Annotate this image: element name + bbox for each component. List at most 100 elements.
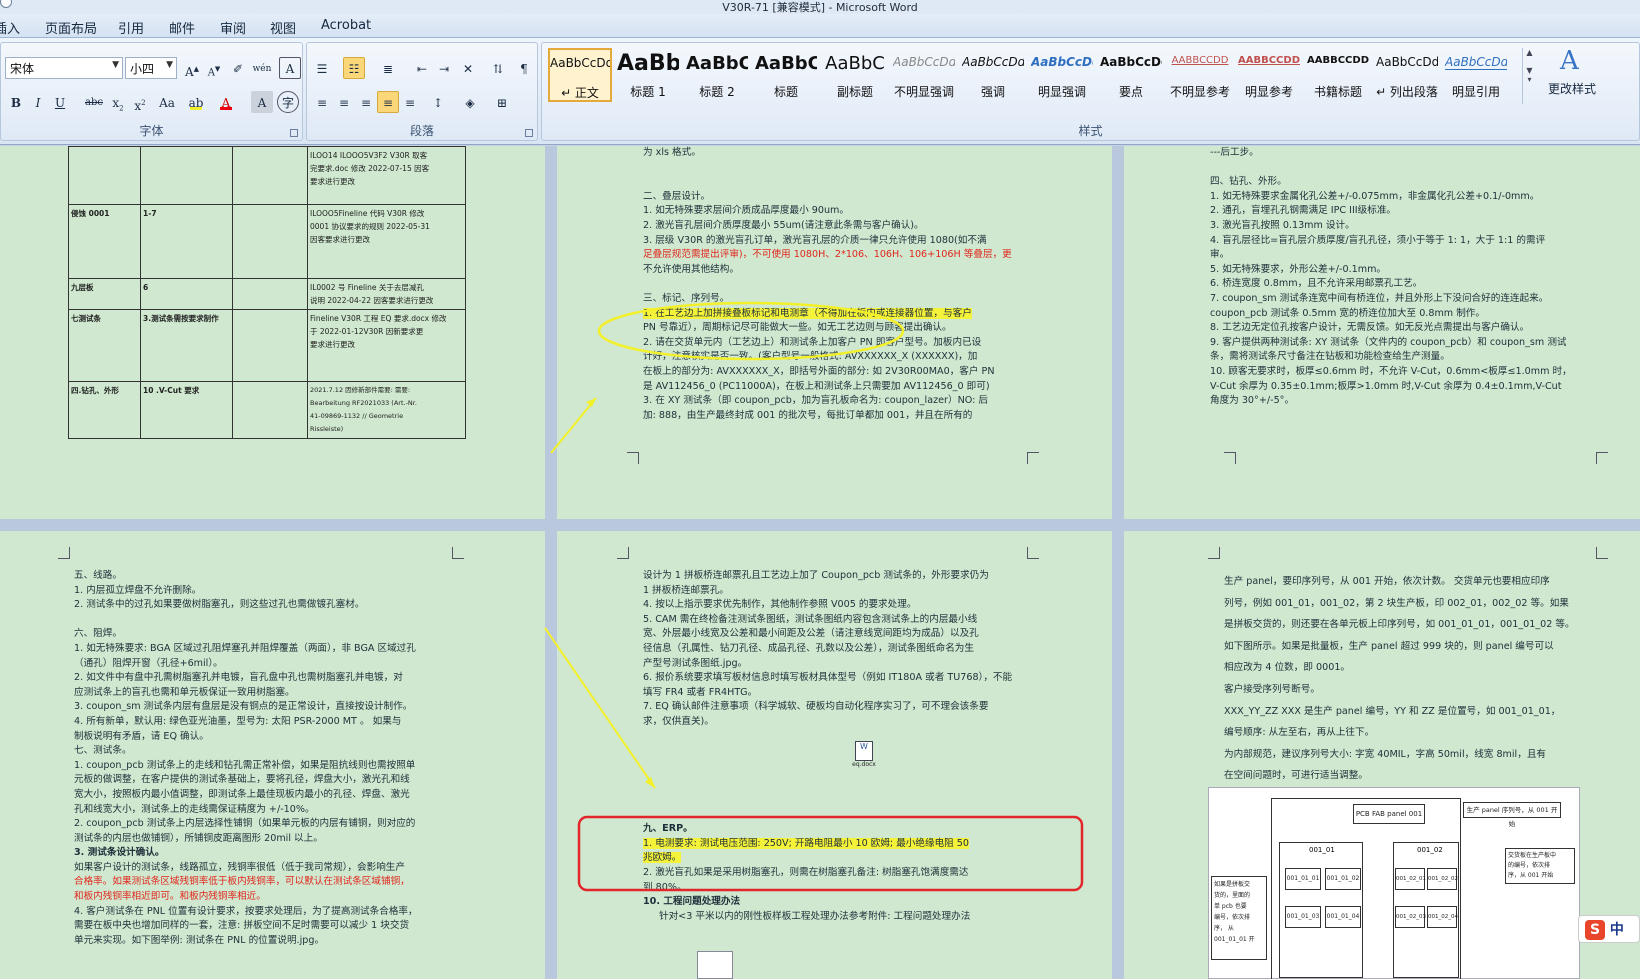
style-name: 明显强调 [1037, 85, 1086, 99]
page-5-text-bottom: 九、ERP。 1. 电测要求: 测试电压范围: 250V; 开路电阻最小 10 … [643, 793, 970, 924]
style-heading-1[interactable]: AaBb 标题 1 [616, 48, 680, 102]
bullets-icon[interactable]: ☰ [311, 57, 333, 79]
clear-format-icon[interactable]: ✐ [227, 57, 249, 79]
style-list-paragraph[interactable]: AaBbCcDd ↵ 列出段落 [1375, 48, 1439, 102]
borders-icon[interactable]: ⊞ [491, 91, 513, 113]
ribbon-tabs: 插入 页面布局 引用 邮件 审阅 视图 Acrobat [0, 14, 1640, 38]
board-cell: 001_01_03 [1285, 906, 1321, 928]
highlighted-text: 兆欧姆。 [643, 852, 682, 864]
char-shading-icon[interactable]: A [251, 91, 273, 113]
embedded-doc[interactable]: W eq.docx [849, 741, 879, 768]
subscript-icon[interactable]: x2 [107, 91, 129, 113]
board-cell: 001_02_03 [1395, 906, 1426, 928]
text-line: 7. EQ 确认邮件注意事项（科学城软、硬板均自动化程序实习了，可不理会该条要 [643, 701, 989, 713]
tab-acrobat[interactable]: Acrobat [321, 18, 371, 33]
style-subtle-emphasis[interactable]: AaBbCcDd 不明显强调 [892, 48, 956, 102]
font-size-combo[interactable]: 小四 ▼ [125, 57, 177, 79]
style-strong[interactable]: AaBbCcDd 要点 [1099, 48, 1163, 102]
style-sample: AaBbCcDd [893, 55, 955, 69]
page-6: 生产 panel，要印序列号，从 001 开始，依次计数。 交货单元也要相应印序… [1124, 531, 1640, 979]
style-normal[interactable]: AaBbCcDd ↵ 正文 [548, 48, 612, 102]
text-line: ---后工步。 [1210, 147, 1259, 158]
tab-references[interactable]: 引用 [118, 18, 144, 37]
highlight-icon[interactable]: ab [185, 91, 207, 113]
table-cell: 6 [140, 278, 233, 310]
tab-mailings[interactable]: 邮件 [169, 18, 195, 37]
distribute-icon[interactable]: ≡ [399, 91, 421, 113]
highlighted-text: 1. 电测要求: 测试电压范围: 250V; 开路电阻最小 10 欧姆; 最小绝… [643, 837, 970, 849]
text-line: 应测试条上的盲孔也需和单元板保证一致用树脂塞。 [74, 686, 295, 698]
phonetic-guide-icon[interactable]: wén [251, 57, 273, 79]
tab-page-layout[interactable]: 页面布局 [45, 18, 97, 37]
style-book-title[interactable]: AABBCCDD 书籍标题 [1306, 48, 1370, 102]
board-cell: 001_01_04 [1325, 906, 1361, 928]
style-emphasis[interactable]: AaBbCcDd 强调 [961, 48, 1025, 102]
text-line: 产型号测试条图纸.jpg。 [643, 657, 748, 669]
change-styles-button[interactable]: A 更改样式 [1540, 44, 1640, 102]
style-intense-emphasis[interactable]: AaBbCcDd 明显强调 [1030, 48, 1094, 102]
chinese-layout-icon[interactable]: ✕ [457, 57, 479, 79]
align-right-icon[interactable]: ≡ [355, 91, 377, 113]
text-line: 足叠层规范需提出评审)，不可使用 1080H、2*106、106H、106+10… [643, 249, 1012, 261]
shrink-font-icon[interactable]: A▼ [203, 57, 225, 79]
text-line: 2. 激光盲孔层间介质厚度最小 55um(请注意此条需与客户确认)。 [643, 219, 1012, 234]
text-line: 单元来实现。如下图举例: 测试条在 PNL 的位置说明.jpg。 [74, 934, 325, 946]
text-line: 兆欧姆。 [643, 851, 970, 866]
enclose-char-icon[interactable]: 字 [277, 91, 299, 113]
underline-icon[interactable]: U [49, 91, 71, 113]
table-cell: 七测试条 [68, 309, 141, 382]
text-line: 1. 如无特殊要求层间介质成品厚度最小 90um。 [643, 205, 849, 217]
superscript-icon[interactable]: x2 [129, 91, 151, 113]
style-sample: AaBbCcDd [550, 56, 610, 70]
align-center-icon[interactable]: ≡ [333, 91, 355, 113]
style-title[interactable]: AaBbC 标题 [754, 48, 818, 102]
tab-insert[interactable]: 插入 [0, 18, 20, 37]
grow-font-icon[interactable]: A▲ [181, 57, 203, 79]
strikethrough-icon[interactable]: abc [83, 91, 105, 113]
text-line: 是 AV112456_0 (PC11000A)，在板上和测试条上只需要加 AV1… [643, 380, 990, 392]
char-border-icon[interactable]: A [279, 57, 301, 79]
gallery-scroll[interactable]: ▲ ▼ ▾ [1522, 48, 1536, 104]
ime-indicator[interactable]: S 中 [1578, 915, 1640, 943]
decrease-indent-icon[interactable]: ⇤ [411, 57, 433, 79]
shading-icon[interactable]: ◈ [459, 91, 481, 113]
line-spacing-icon[interactable]: ↕ [427, 91, 449, 113]
style-intense-reference[interactable]: AABBCCDD 明显参考 [1237, 48, 1301, 102]
text-line: 设计为 1 拼板桥连邮票孔且工艺边上加了 Coupon_pcb 测试条的，外形要… [643, 570, 989, 581]
font-color-icon[interactable]: A [215, 91, 237, 113]
table-cell: 2021.7.12 因修新部件需要: 需要: Bearbeitung RF202… [307, 381, 466, 439]
style-heading-2[interactable]: AaBbC 标题 2 [685, 48, 749, 102]
justify-icon[interactable]: ≡ [377, 91, 399, 113]
dialog-launcher-icon[interactable] [525, 129, 533, 137]
increase-indent-icon[interactable]: ⇥ [433, 57, 455, 79]
tab-review[interactable]: 审阅 [220, 18, 246, 37]
style-name: 明显引用 [1451, 85, 1500, 99]
sort-icon[interactable]: ⇅ [487, 57, 509, 79]
note-line: 编号，依次排 [1214, 914, 1251, 921]
dialog-launcher-icon[interactable] [290, 129, 298, 137]
style-sample: AaBbC [825, 53, 885, 74]
font-name-combo[interactable]: 宋体 ▼ [5, 57, 123, 79]
style-intense-quote[interactable]: AaBbCcDd 明显引用 [1444, 48, 1508, 102]
multilevel-list-icon[interactable]: ≣ [377, 57, 399, 79]
tab-view[interactable]: 视图 [270, 18, 296, 37]
document-area[interactable]: ILOO14 ILOOO5V3F2 V30R 取客 完要求.doc 修改 202… [0, 146, 1640, 979]
show-marks-icon[interactable]: ¶ [513, 57, 535, 79]
page-4-text: 五、线路。 1. 内层孤立焊盘不允许删除。 2. 测试条中的过孔如果要做树脂塞孔… [74, 569, 418, 948]
text-line [643, 793, 970, 808]
crop-mark [1224, 452, 1236, 464]
style-subtle-reference[interactable]: AABBCCDD 不明显参考 [1168, 48, 1232, 102]
bold-icon[interactable]: B [5, 91, 27, 113]
change-case-icon[interactable]: Aa [153, 91, 181, 113]
numbering-icon[interactable]: ☷ [343, 57, 365, 79]
align-left-icon[interactable]: ≡ [311, 91, 333, 113]
text-line: 4. 按以上指示要求优先制作，其他制作参照 V005 的要求处理。 [643, 599, 917, 611]
text-line: 10. 工程问题处理办法 [643, 896, 741, 908]
table-row: 七测试条 3.测试条需按要求制作 Fineline V30R 工程 EQ 要求.… [68, 309, 466, 382]
embedded-object[interactable] [697, 951, 733, 979]
text-line: 2. 请在交货单元内（工艺边上）和测试条上加客户 PN 即客户型号。加板内已设 [643, 336, 982, 348]
page-2-text: 为 xls 格式。 二、叠层设计。 1. 如无特殊要求层间介质成品厚度最小 90… [643, 146, 1012, 423]
style-subtitle[interactable]: AaBbC 副标题 [823, 48, 887, 102]
italic-icon[interactable]: I [27, 91, 49, 113]
style-sample: AaBb [617, 51, 679, 76]
